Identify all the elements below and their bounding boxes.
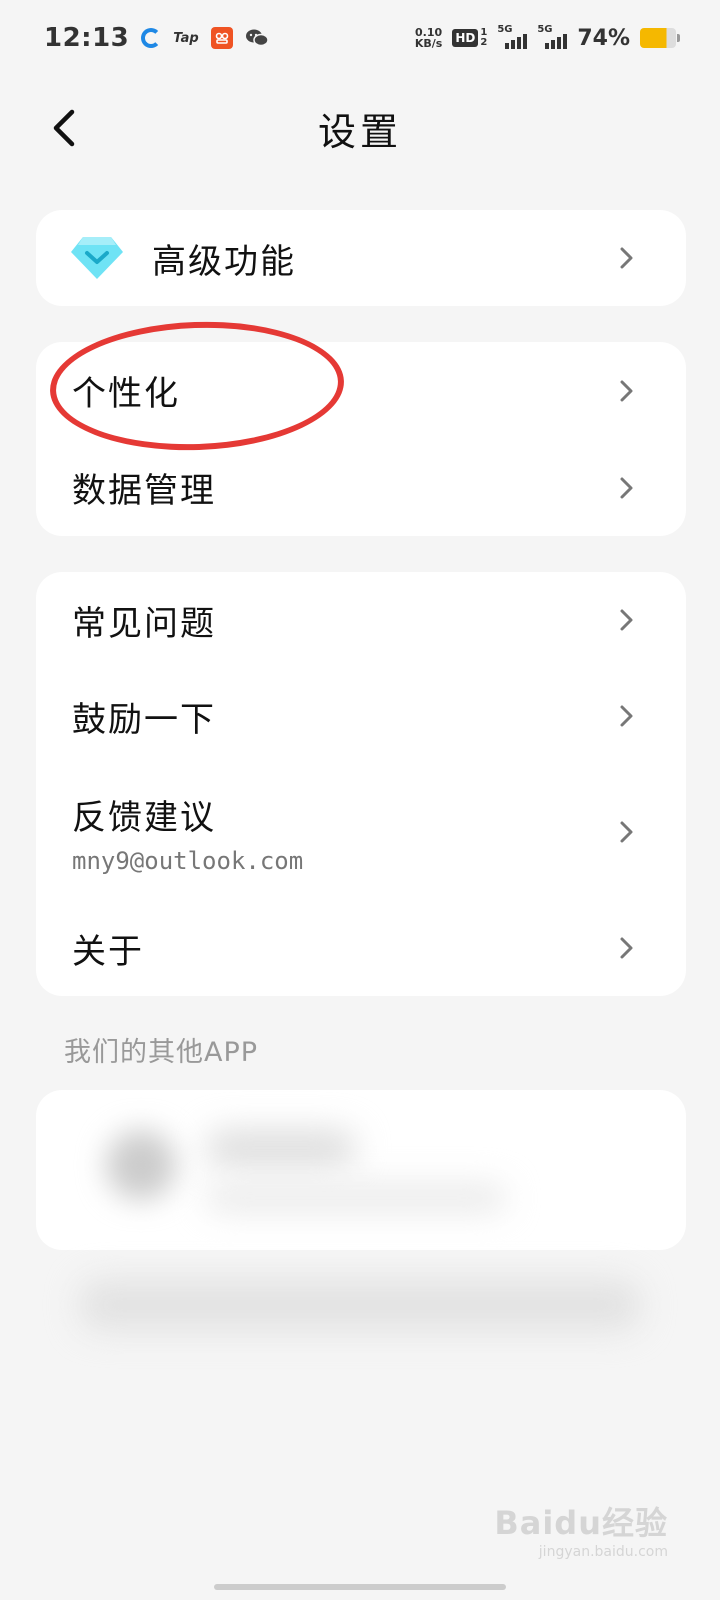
feedback-email: mny9@outlook.com xyxy=(72,846,304,875)
chevron-right-icon xyxy=(620,937,633,959)
chevron-right-icon xyxy=(620,705,633,727)
about-row[interactable]: 关于 xyxy=(36,900,686,996)
encourage-label: 鼓励一下 xyxy=(72,699,216,740)
status-bar: 12:13 Tap 0.10 KB/s HD 1 2 5G 5G 74% xyxy=(0,0,720,76)
chevron-right-icon xyxy=(620,609,633,631)
signal-label-sim1: 5G xyxy=(497,24,513,35)
signal-label-sim2: 5G xyxy=(537,24,553,35)
blurred-app-row-2 xyxy=(80,1280,640,1330)
diamond-icon xyxy=(71,237,123,279)
network-speed-unit: KB/s xyxy=(414,37,443,50)
personalization-row[interactable]: 个性化 xyxy=(36,342,686,439)
chevron-right-icon xyxy=(620,380,633,401)
page-title: 设置 xyxy=(317,109,402,154)
status-time: 12:13 xyxy=(44,23,130,53)
watermark-url: jingyan.baidu.com xyxy=(538,1544,668,1560)
baidu-watermark: Baidu经验 jingyan.baidu.com xyxy=(494,1498,668,1560)
chevron-right-icon xyxy=(620,477,633,498)
battery-icon xyxy=(640,28,680,48)
signal-icon-sim2: 5G xyxy=(537,24,568,49)
feedback-label: 反馈建议 xyxy=(72,797,216,838)
blurred-app-title xyxy=(206,1130,356,1166)
app-notification-icon xyxy=(210,27,233,49)
hd-sim-indicator: 1 2 xyxy=(480,28,487,48)
battery-percent: 74% xyxy=(577,25,630,51)
feedback-row[interactable]: 反馈建议 mny9@outlook.com xyxy=(36,764,686,900)
faq-label: 常见问题 xyxy=(72,603,216,644)
premium-features-row[interactable]: 高级功能 xyxy=(36,210,686,306)
faq-row[interactable]: 常见问题 xyxy=(36,572,686,668)
premium-features-label: 高级功能 xyxy=(152,241,296,282)
network-speed: 0.10 KB/s xyxy=(415,27,442,49)
other-apps-card-blurred[interactable] xyxy=(36,1090,686,1250)
blurred-app-desc xyxy=(206,1185,506,1211)
other-apps-section-label: 我们的其他APP xyxy=(64,1037,259,1068)
personalization-label: 个性化 xyxy=(72,374,180,414)
data-management-row[interactable]: 数据管理 xyxy=(36,439,686,536)
support-card: 常见问题 鼓励一下 反馈建议 mny9@outlook.com 关于 xyxy=(36,572,686,996)
premium-card: 高级功能 xyxy=(36,210,686,306)
data-management-label: 数据管理 xyxy=(72,471,216,511)
header: 设置 xyxy=(0,92,720,164)
status-left: 12:13 Tap xyxy=(44,23,269,53)
wechat-icon xyxy=(245,28,269,48)
back-button[interactable] xyxy=(40,104,88,152)
taptap-icon: Tap xyxy=(173,30,199,46)
chevron-right-icon xyxy=(620,247,633,269)
qq-browser-icon xyxy=(141,28,162,48)
chevron-right-icon xyxy=(620,821,633,843)
hd-sim-bottom: 2 xyxy=(480,37,488,48)
blurred-app-icon xyxy=(106,1130,176,1200)
encourage-row[interactable]: 鼓励一下 xyxy=(36,668,686,764)
about-label: 关于 xyxy=(72,931,144,972)
home-indicator[interactable] xyxy=(214,1584,506,1590)
hd-voice-icon: HD xyxy=(452,29,479,47)
chevron-left-icon xyxy=(53,109,75,147)
watermark-logo: Baidu经验 xyxy=(494,1504,668,1542)
signal-icon-sim1: 5G xyxy=(497,24,528,49)
feedback-text: 反馈建议 mny9@outlook.com xyxy=(72,790,303,875)
status-right: 0.10 KB/s HD 1 2 5G 5G 74% xyxy=(415,24,680,51)
general-card: 个性化 数据管理 xyxy=(36,342,686,536)
